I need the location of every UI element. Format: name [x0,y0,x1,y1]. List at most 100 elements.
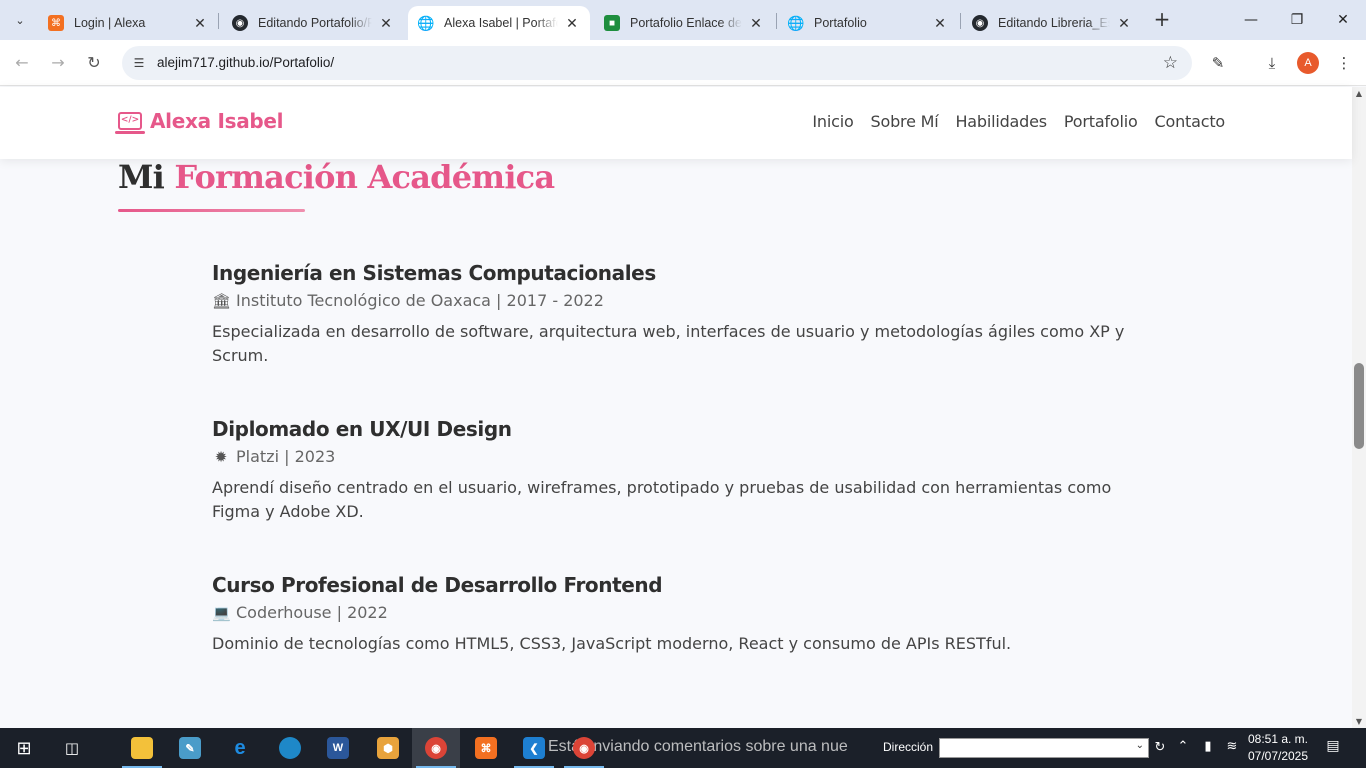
taskbar-app-3d[interactable]: ⬢ [364,728,412,768]
education-meta: 🏛 Instituto Tecnológico de Oaxaca | 2017… [212,291,1132,310]
windows-taskbar: ⊞ ◫ Está enviando comentarios sobre una … [0,728,1366,768]
chevron-down-icon[interactable]: ⌄ [1136,740,1144,751]
battery-icon: ▮ [1204,738,1212,753]
education-description: Aprendí diseño centrado en el usuario, w… [212,478,1112,521]
tab-editando-libreria[interactable]: ◉ Editando Libreria_Esp ✕ [962,6,1142,40]
vscode-icon: ❮ [523,737,545,759]
profile-avatar[interactable]: A [1297,52,1319,74]
address-toolbar-input[interactable]: ⌄ [939,738,1149,758]
address-go-button[interactable]: ↻ [1151,738,1169,758]
tab-editando-portafolio[interactable]: ◉ Editando Portafolio/R ✕ [222,6,404,40]
tray-overflow-button[interactable]: ⌃ [1173,738,1193,754]
main-nav: Inicio Sobre Mí Habilidades Portafolio C… [812,112,1225,131]
nav-contacto[interactable]: Contacto [1155,112,1226,131]
nav-portafolio[interactable]: Portafolio [1064,112,1138,131]
brand-name: Alexa Isabel [150,109,284,133]
education-meta: ✹ Platzi | 2023 [212,447,1132,466]
browser-menu-button[interactable]: ⋮ [1332,51,1356,75]
site-info-icon[interactable]: ☰ [130,54,148,72]
tab-portafolio[interactable]: 🌐 Portafolio ✕ [778,6,958,40]
tab-title: Editando Portafolio/R [258,16,372,30]
tray-battery[interactable]: ▮ [1198,738,1218,754]
wifi-icon: ≋ [1226,738,1238,753]
classroom-icon: ■ [604,15,620,31]
tab-title: Editando Libreria_Esp [998,16,1110,30]
new-tab-button[interactable]: + [1150,8,1174,32]
tab-title: Login | Alexa [74,16,146,30]
education-meta-text: Platzi | 2023 [236,447,336,466]
nav-inicio[interactable]: Inicio [812,112,853,131]
scroll-down-icon[interactable]: ▼ [1352,717,1366,726]
extensions-button[interactable]: ✎ [1206,51,1230,75]
section-title: Mi Formación Académica [118,158,555,196]
refresh-icon: ↻ [1154,740,1166,755]
page-scrollbar[interactable]: ▲ ▼ [1352,87,1366,728]
address-bar[interactable]: ☰ alejim717.github.io/Portafolio/ ☆ [122,46,1192,80]
browser-toolbar: ← → ↻ ☰ alejim717.github.io/Portafolio/ … [0,40,1366,86]
taskbar-clock[interactable]: 08:51 a. m. 07/07/2025 [1240,731,1316,765]
download-icon: ⤓ [1268,54,1276,72]
chrome-icon: ◉ [425,737,447,759]
close-icon[interactable]: ✕ [748,15,764,32]
taskbar-xampp[interactable]: ⌘ [462,728,510,768]
notification-icon: ▤ [1326,738,1340,754]
url-text[interactable]: alejim717.github.io/Portafolio/ [157,55,334,70]
taskbar-file-explorer[interactable] [118,728,166,768]
laptop-code-icon: 💻 [212,603,231,622]
close-icon[interactable]: ✕ [192,15,208,32]
reload-button[interactable]: ↻ [82,51,106,75]
tab-search-button[interactable]: ⌄ [6,8,34,32]
bookmark-star-icon[interactable]: ☆ [1163,53,1178,73]
minimize-button[interactable]: — [1228,6,1274,34]
cube-icon: ⬢ [377,737,399,759]
tab-login[interactable]: ⌘ Login | Alexa ✕ [38,6,218,40]
taskbar-edge[interactable] [266,728,314,768]
back-button[interactable]: ← [10,51,34,75]
start-button[interactable]: ⊞ [0,728,48,768]
scroll-thumb[interactable] [1354,363,1364,449]
close-icon[interactable]: ✕ [564,15,580,32]
taskbar-chrome[interactable]: ◉ [412,728,460,768]
tab-strip: ⌄ ⌘ Login | Alexa ✕ ◉ Editando Portafoli… [0,0,1366,40]
reload-icon: ↻ [87,53,101,72]
forward-button[interactable]: → [46,51,70,75]
education-description: Especializada en desarrollo de software,… [212,322,1125,365]
taskbar-word[interactable]: W [314,728,362,768]
puzzle-icon: ✎ [1211,54,1225,72]
tab-title: Portafolio [814,16,867,30]
brand-logo[interactable]: </> Alexa Isabel [115,109,284,134]
taskbar-vscode[interactable]: ❮ [510,728,558,768]
taskbar-edge-legacy[interactable]: e [216,728,264,768]
globe-icon: 🌐 [787,14,805,31]
close-window-button[interactable]: ✕ [1320,6,1366,34]
chevron-up-icon: ⌃ [1177,738,1189,753]
nav-sobre-mi[interactable]: Sobre Mí [871,112,939,131]
close-icon[interactable]: ✕ [932,15,948,32]
taskbar-chrome-profile[interactable]: ◉ [560,728,608,768]
clock-time: 08:51 a. m. [1247,732,1309,746]
tray-wifi[interactable]: ≋ [1222,738,1242,754]
plus-icon: + [1153,7,1171,31]
section-title-accent: Formación Académica [174,158,555,196]
edge-legacy-icon: e [234,736,246,759]
close-icon[interactable]: ✕ [378,15,394,32]
taskbar-app-notes[interactable]: ✎ [166,728,214,768]
certificate-icon: ✹ [214,447,228,466]
tab-title: Alexa Isabel | Portafol [444,16,558,30]
scroll-up-icon[interactable]: ▲ [1352,89,1366,98]
restore-button[interactable]: ❐ [1274,6,1320,34]
downloads-button[interactable]: ⤓ [1260,51,1284,75]
task-view-button[interactable]: ◫ [48,728,96,768]
chevron-down-icon: ⌄ [15,13,25,27]
notes-icon: ✎ [179,737,201,759]
tab-alexa-isabel[interactable]: 🌐 Alexa Isabel | Portafol ✕ [408,6,590,40]
minimize-icon: — [1244,12,1258,28]
clock-date: 07/07/2025 [1247,749,1309,763]
education-title: Diplomado en UX/UI Design [212,417,512,441]
notification-center-button[interactable]: ▤ [1322,738,1344,754]
tab-portafolio-enlace[interactable]: ■ Portafolio Enlace de r ✕ [594,6,774,40]
close-icon[interactable]: ✕ [1116,15,1132,32]
university-icon: 🏛 [212,291,232,310]
task-view-icon: ◫ [64,739,80,757]
nav-habilidades[interactable]: Habilidades [955,112,1047,131]
